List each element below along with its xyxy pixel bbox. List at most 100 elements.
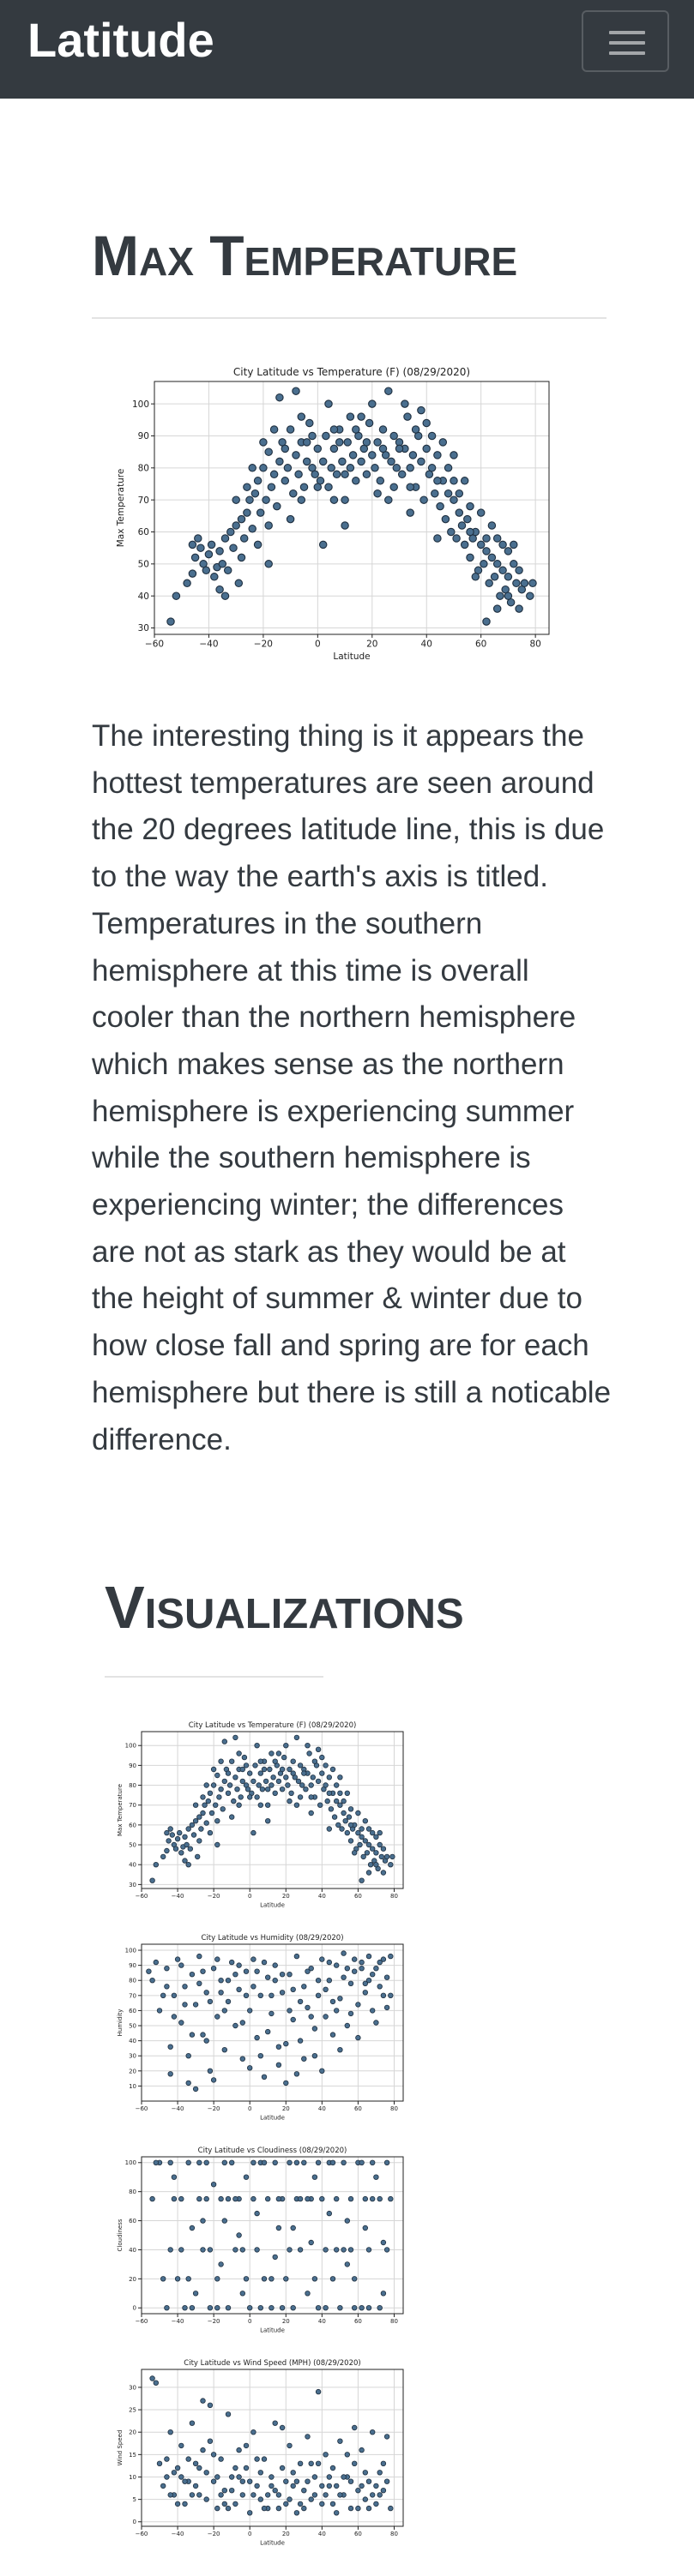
data-point <box>315 1746 322 1752</box>
data-point <box>480 560 488 568</box>
data-point <box>311 2052 318 2059</box>
temperature-thumbnail-chart[interactable]: City Latitude vs Temperature (F) (08/29/… <box>116 1714 412 1907</box>
data-point <box>204 549 214 559</box>
data-point <box>290 1758 296 1764</box>
data-point <box>281 477 290 485</box>
wind-speed-thumbnail-chart[interactable]: City Latitude vs Wind Speed (MPH) (08/29… <box>116 2352 412 2545</box>
data-point <box>359 2304 365 2311</box>
data-point <box>259 1786 266 1792</box>
y-tick-label: 60 <box>129 2218 136 2225</box>
data-point <box>275 2505 282 2512</box>
data-point <box>297 2247 304 2253</box>
data-point <box>383 1974 390 1980</box>
y-tick-label: 80 <box>129 2189 136 2195</box>
data-point <box>287 2247 293 2253</box>
data-point <box>471 573 480 581</box>
data-point <box>169 1832 176 1838</box>
data-point <box>203 2038 209 2044</box>
humidity-thumbnail-chart[interactable]: City Latitude vs Humidity (08/29/2020) −6… <box>116 1927 412 2120</box>
data-point <box>308 2460 314 2466</box>
data-point <box>403 412 412 421</box>
y-tick-label: 0 <box>133 2305 136 2312</box>
data-point <box>192 2483 199 2489</box>
data-point <box>297 495 306 504</box>
data-point <box>210 2478 217 2484</box>
data-point <box>326 2210 332 2217</box>
data-point <box>279 1990 286 1996</box>
data-point <box>215 547 224 555</box>
data-point <box>389 431 398 441</box>
data-point <box>397 470 407 479</box>
data-point <box>178 2020 184 2026</box>
data-point <box>200 1968 206 1974</box>
data-point <box>243 2174 250 2180</box>
data-point <box>419 495 428 504</box>
data-point <box>373 1966 379 1972</box>
x-tick-label: −60 <box>136 2531 148 2537</box>
data-point <box>239 2291 245 2297</box>
data-point <box>232 2247 238 2253</box>
data-point <box>261 2074 268 2080</box>
data-point <box>174 1956 181 1962</box>
data-point <box>236 2232 242 2238</box>
data-point <box>237 553 246 562</box>
data-point <box>275 2062 282 2068</box>
data-point <box>313 444 323 453</box>
data-point <box>254 1743 260 1749</box>
data-point <box>264 2028 271 2035</box>
data-point <box>384 495 393 504</box>
data-point <box>221 1778 227 1785</box>
data-point <box>207 1998 214 2005</box>
navbar-brand[interactable]: Latitude <box>27 12 214 68</box>
data-point <box>289 489 298 498</box>
data-point <box>167 1826 173 1832</box>
y-tick-label: 80 <box>138 463 149 473</box>
data-point <box>174 2501 181 2507</box>
data-point <box>326 2474 332 2480</box>
data-point <box>377 1829 383 1836</box>
data-point <box>335 1822 341 1828</box>
data-point <box>329 2465 336 2471</box>
data-point <box>318 457 328 466</box>
data-point <box>383 2434 390 2440</box>
data-point <box>225 1978 232 1984</box>
data-point <box>373 2483 379 2489</box>
cloudiness-thumbnail-chart[interactable]: City Latitude vs Cloudiness (08/29/2020)… <box>116 2140 412 2333</box>
data-point <box>326 1826 332 1832</box>
data-point <box>257 1758 263 1764</box>
data-point <box>295 1778 302 1785</box>
data-point <box>365 1826 372 1832</box>
x-axis-label: Latitude <box>333 652 370 660</box>
data-point <box>395 444 404 453</box>
data-point <box>244 1786 251 1792</box>
data-point <box>182 1984 188 1990</box>
data-point <box>341 1974 347 1980</box>
data-point <box>283 2478 289 2484</box>
data-point <box>218 1786 224 1792</box>
data-point <box>269 2010 275 2017</box>
data-point <box>362 1980 368 1987</box>
data-point <box>200 2398 206 2404</box>
data-point <box>323 2304 329 2311</box>
data-point <box>444 464 453 472</box>
data-point <box>223 566 232 575</box>
data-point <box>254 1794 260 1800</box>
data-point <box>528 579 537 588</box>
navbar-toggler-button[interactable] <box>582 10 669 72</box>
data-point <box>380 2460 387 2466</box>
hamburger-icon-bar <box>609 41 645 45</box>
data-point <box>476 540 486 549</box>
x-tick-label: 20 <box>282 2531 290 2537</box>
data-point <box>337 2046 343 2053</box>
data-point <box>185 1861 191 1868</box>
data-point <box>200 2218 206 2224</box>
data-point <box>287 2496 293 2502</box>
data-point <box>417 405 425 415</box>
data-point <box>341 1810 347 1816</box>
data-point <box>238 1794 244 1800</box>
y-tick-label: 30 <box>129 1882 136 1888</box>
data-point <box>225 2505 232 2512</box>
data-point <box>279 2304 286 2311</box>
data-point <box>504 591 513 600</box>
y-tick-label: 80 <box>129 1782 136 1789</box>
